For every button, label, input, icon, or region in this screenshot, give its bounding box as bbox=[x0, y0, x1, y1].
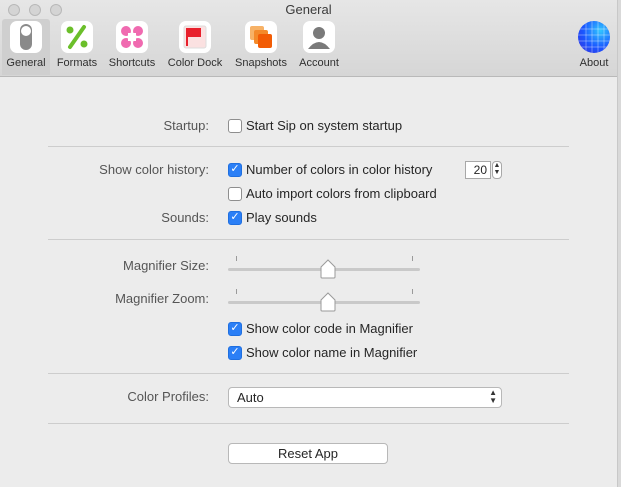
color-profiles-selected: Auto bbox=[237, 390, 264, 405]
tab-color-dock-label: Color Dock bbox=[167, 57, 223, 69]
show-name-checkbox[interactable]: ✓ bbox=[228, 345, 242, 360]
show-code-row: ✓ Show color code in Magnifier bbox=[228, 321, 413, 336]
tab-color-dock[interactable]: Color Dock bbox=[163, 19, 227, 75]
history-count-stepper[interactable]: ▲ ▼ bbox=[492, 161, 502, 179]
auto-import-checkbox[interactable] bbox=[228, 186, 242, 201]
history-count-checkbox[interactable]: ✓ bbox=[228, 162, 242, 177]
show-code-checkbox[interactable]: ✓ bbox=[228, 321, 242, 336]
reset-app-button[interactable]: Reset App bbox=[228, 443, 388, 464]
play-sounds-option-label[interactable]: Play sounds bbox=[246, 210, 317, 225]
slider-tick bbox=[236, 256, 237, 261]
tab-general-label: General bbox=[6, 57, 46, 69]
color-profiles-label: Color Profiles: bbox=[127, 389, 209, 404]
color-dock-icon bbox=[179, 21, 211, 53]
chevron-up-icon[interactable]: ▲ bbox=[493, 162, 501, 169]
separator bbox=[48, 373, 569, 374]
chevron-down-icon[interactable]: ▼ bbox=[493, 169, 501, 176]
tab-shortcuts[interactable]: Shortcuts bbox=[104, 19, 160, 75]
history-count-row: ✓ Number of colors in color history bbox=[228, 162, 432, 177]
switch-icon bbox=[10, 21, 42, 53]
tab-about[interactable]: About bbox=[573, 19, 615, 75]
sounds-row: ✓ Play sounds bbox=[228, 210, 317, 225]
title-bar: General General Formats Shortcuts Color … bbox=[0, 0, 617, 77]
startup-row: Start Sip on system startup bbox=[228, 118, 402, 133]
tab-account-label: Account bbox=[299, 57, 339, 69]
magnifier-size-label: Magnifier Size: bbox=[123, 258, 209, 273]
tab-about-label: About bbox=[579, 57, 609, 69]
tab-general[interactable]: General bbox=[2, 19, 50, 75]
play-sounds-checkbox[interactable]: ✓ bbox=[228, 210, 242, 225]
tab-formats-label: Formats bbox=[56, 57, 98, 69]
color-profiles-popup[interactable]: Auto ▲ ▼ bbox=[228, 387, 502, 408]
show-code-option-label[interactable]: Show color code in Magnifier bbox=[246, 321, 413, 336]
tab-account[interactable]: Account bbox=[294, 19, 344, 75]
magnifier-zoom-label: Magnifier Zoom: bbox=[115, 291, 209, 306]
slider-knob[interactable] bbox=[320, 259, 336, 279]
percent-icon bbox=[61, 21, 93, 53]
preferences-window: General General Formats Shortcuts Color … bbox=[0, 0, 618, 487]
separator bbox=[48, 423, 569, 424]
startup-label: Startup: bbox=[163, 118, 209, 133]
tab-shortcuts-label: Shortcuts bbox=[108, 57, 156, 69]
slider-tick bbox=[412, 289, 413, 294]
chevron-up-down-icon: ▲ ▼ bbox=[489, 388, 497, 405]
slider-tick bbox=[236, 289, 237, 294]
separator bbox=[48, 239, 569, 240]
snapshots-icon bbox=[245, 21, 277, 53]
slider-knob[interactable] bbox=[320, 292, 336, 312]
auto-import-row: Auto import colors from clipboard bbox=[228, 186, 437, 201]
window-title: General bbox=[285, 2, 332, 17]
history-label: Show color history: bbox=[99, 162, 209, 177]
sip-logo-icon bbox=[578, 21, 610, 53]
magnifier-zoom-slider[interactable] bbox=[228, 289, 420, 315]
startup-checkbox[interactable] bbox=[228, 118, 242, 133]
show-name-option-label[interactable]: Show color name in Magnifier bbox=[246, 345, 417, 360]
account-icon bbox=[303, 21, 335, 53]
tab-snapshots[interactable]: Snapshots bbox=[231, 19, 291, 75]
history-count-field[interactable]: 20 bbox=[465, 161, 491, 179]
sounds-label: Sounds: bbox=[161, 210, 209, 225]
separator bbox=[48, 146, 569, 147]
auto-import-option-label[interactable]: Auto import colors from clipboard bbox=[246, 186, 437, 201]
command-icon bbox=[116, 21, 148, 53]
tab-snapshots-label: Snapshots bbox=[235, 57, 287, 69]
startup-option-label[interactable]: Start Sip on system startup bbox=[246, 118, 402, 133]
show-name-row: ✓ Show color name in Magnifier bbox=[228, 345, 417, 360]
tab-formats[interactable]: Formats bbox=[52, 19, 102, 75]
magnifier-size-slider[interactable] bbox=[228, 256, 420, 282]
history-count-option-label[interactable]: Number of colors in color history bbox=[246, 162, 432, 177]
slider-tick bbox=[412, 256, 413, 261]
